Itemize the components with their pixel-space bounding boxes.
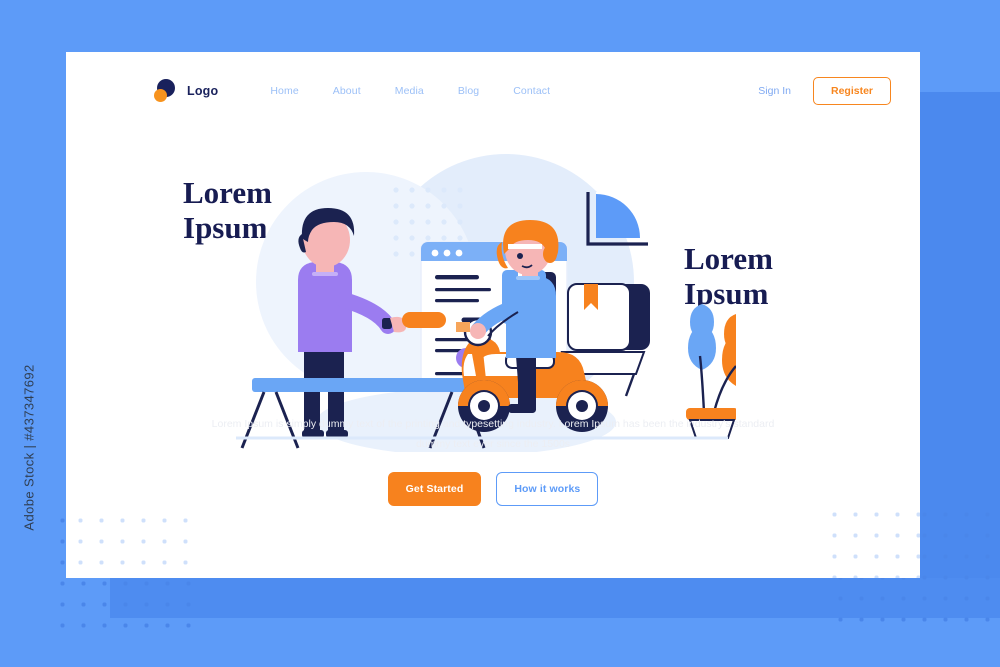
nav-actions: Sign In Register <box>758 77 891 105</box>
brand-logo[interactable]: Logo <box>154 79 218 103</box>
watermark-text: Adobe Stock | #437347692 <box>21 364 37 531</box>
how-it-works-button[interactable]: How it works <box>496 472 599 506</box>
logo-icon <box>154 79 178 103</box>
card-dot-grid-right <box>820 500 920 578</box>
navbar: Logo Home About Media Blog Contact Sign … <box>66 52 920 130</box>
brand-name: Logo <box>187 84 219 98</box>
nav-item-about[interactable]: About <box>333 85 361 97</box>
register-button[interactable]: Register <box>812 77 891 105</box>
hero-cta-group: Get Started How it works <box>203 472 783 506</box>
nav-item-blog[interactable]: Blog <box>458 85 479 97</box>
hero-illustration <box>216 132 736 452</box>
sign-in-link[interactable]: Sign In <box>758 85 791 97</box>
hero-subtext: Lorem Ipsum is simply dummy text of the … <box>211 418 775 451</box>
nav-item-home[interactable]: Home <box>270 85 298 97</box>
nav-item-media[interactable]: Media <box>395 85 424 97</box>
nav-item-contact[interactable]: Contact <box>513 85 550 97</box>
landing-page-card: Logo Home About Media Blog Contact Sign … <box>66 52 920 578</box>
nav-links: Home About Media Blog Contact <box>270 85 550 97</box>
get-started-button[interactable]: Get Started <box>387 472 482 506</box>
card-dot-grid-left <box>66 506 198 578</box>
page-background: Logo Home About Media Blog Contact Sign … <box>0 0 1000 667</box>
